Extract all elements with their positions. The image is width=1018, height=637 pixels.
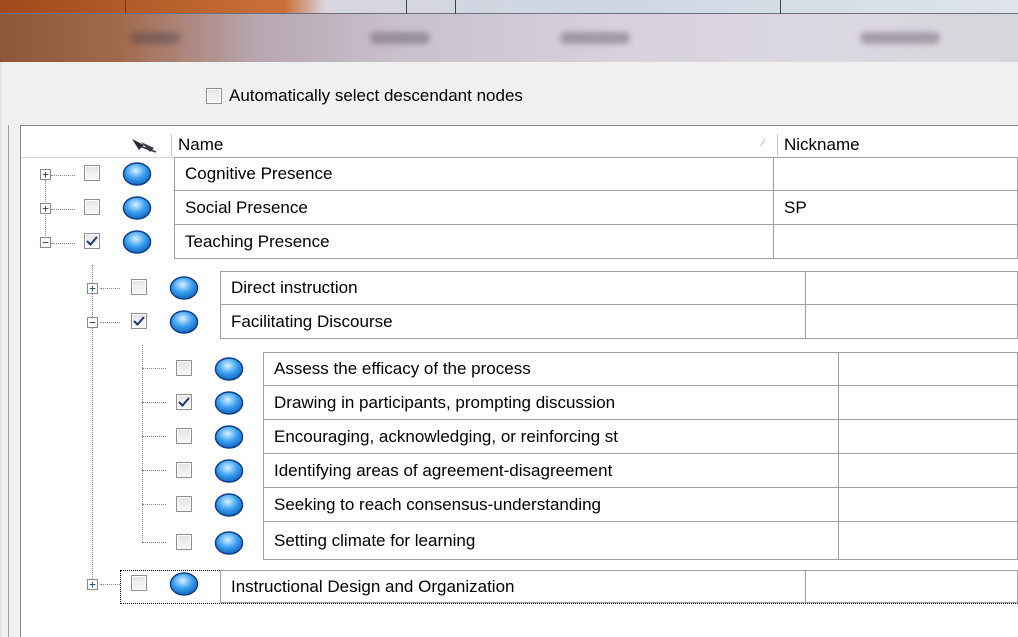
node-ellipse-icon (214, 357, 244, 381)
node-name-cell: Social Presence (174, 191, 774, 225)
sort-indicator-icon: ⁄ (762, 138, 764, 149)
expand-button[interactable]: + (87, 579, 98, 590)
node-nickname-cell (839, 352, 1018, 386)
toolbar-separator (406, 0, 407, 14)
node-checkbox[interactable] (131, 313, 147, 329)
nickname-column-header[interactable]: Nickname (780, 132, 1018, 158)
node-name: Encouraging, acknowledging, or reinforci… (274, 426, 618, 446)
node-name: Facilitating Discourse (231, 311, 393, 331)
node-ellipse-icon (214, 391, 244, 415)
node-nickname-cell (806, 305, 1018, 339)
node-name: Seeking to reach consensus-understanding (274, 494, 601, 514)
node-name-cell: Assess the efficacy of the process (263, 352, 839, 386)
nickname-column-label: Nickname (784, 135, 860, 154)
name-column-label: Name (178, 135, 224, 154)
expand-button[interactable]: + (40, 169, 51, 180)
node-nickname-cell (839, 386, 1018, 420)
node-checkbox[interactable] (84, 233, 100, 249)
node-ellipse-icon (169, 310, 199, 334)
node-checkbox[interactable] (176, 496, 192, 512)
expand-button[interactable]: + (40, 203, 51, 214)
node-name-cell: Seeking to reach consensus-understanding (263, 488, 839, 522)
node-name: Cognitive Presence (185, 164, 333, 183)
node-name: Teaching Presence (185, 231, 330, 251)
toolbar-separator (125, 0, 126, 14)
node-nickname-cell (839, 488, 1018, 522)
node-nickname-cell (774, 157, 1018, 191)
collapse-button[interactable]: − (87, 317, 98, 328)
node-nickname-cell (806, 271, 1018, 305)
node-checkbox[interactable] (176, 428, 192, 444)
pin-column-header[interactable] (126, 132, 170, 158)
node-name: Identifying areas of agreement-disagreem… (274, 460, 613, 480)
node-checkbox[interactable] (131, 279, 147, 295)
node-ellipse-icon (214, 459, 244, 483)
node-name: Setting climate for learning (274, 530, 476, 550)
top-toolbar-strip (0, 0, 1018, 14)
node-nickname-cell (839, 420, 1018, 454)
node-checkbox[interactable] (176, 360, 192, 376)
node-nickname-cell (806, 570, 1018, 603)
name-column-header[interactable]: Name ⁄ (174, 132, 776, 158)
node-nickname-cell (774, 225, 1018, 259)
node-checkbox[interactable] (176, 534, 192, 550)
blurred-header-strip (0, 14, 1018, 62)
node-checkbox[interactable] (176, 394, 192, 410)
auto-select-checkbox[interactable] (206, 88, 222, 104)
toolbar-separator (455, 0, 456, 14)
node-name-cell: Instructional Design and Organization (220, 570, 806, 603)
node-ellipse-icon (169, 572, 199, 596)
node-name: Instructional Design and Organization (231, 576, 515, 596)
node-name-cell: Encouraging, acknowledging, or reinforci… (263, 420, 839, 454)
node-ellipse-icon (214, 531, 244, 555)
node-name-cell: Setting climate for learning (263, 522, 839, 560)
auto-select-label: Automatically select descendant nodes (229, 86, 523, 105)
node-ellipse-icon (214, 425, 244, 449)
node-name: Direct instruction (231, 278, 358, 297)
node-name: Social Presence (185, 197, 308, 217)
node-checkbox[interactable] (176, 462, 192, 478)
node-ellipse-icon (122, 162, 152, 186)
pin-icon (132, 139, 157, 153)
node-name-cell: Direct instruction (220, 271, 806, 305)
auto-select-option[interactable]: Automatically select descendant nodes (206, 86, 523, 106)
node-nickname-cell (839, 454, 1018, 488)
collapse-button[interactable]: − (40, 237, 51, 248)
node-ellipse-icon (122, 230, 152, 254)
node-ellipse-icon (214, 493, 244, 517)
node-name-cell: Facilitating Discourse (220, 305, 806, 339)
node-name: Assess the efficacy of the process (274, 359, 531, 378)
node-name: Drawing in participants, prompting discu… (274, 392, 616, 412)
node-checkbox[interactable] (84, 199, 100, 215)
node-name-cell: Identifying areas of agreement-disagreem… (263, 454, 839, 488)
node-ellipse-icon (169, 276, 199, 300)
node-name-cell: Drawing in participants, prompting discu… (263, 386, 839, 420)
toolbar-separator (780, 0, 781, 14)
expand-button[interactable]: + (87, 283, 98, 294)
node-ellipse-icon (122, 196, 152, 220)
node-nickname: SP (784, 197, 807, 217)
node-name-cell: Cognitive Presence (174, 157, 774, 191)
node-name-cell: Teaching Presence (174, 225, 774, 259)
node-nickname-cell (839, 522, 1018, 560)
node-checkbox[interactable] (131, 575, 147, 591)
node-checkbox[interactable] (84, 165, 100, 181)
node-nickname-cell: SP (774, 191, 1018, 225)
